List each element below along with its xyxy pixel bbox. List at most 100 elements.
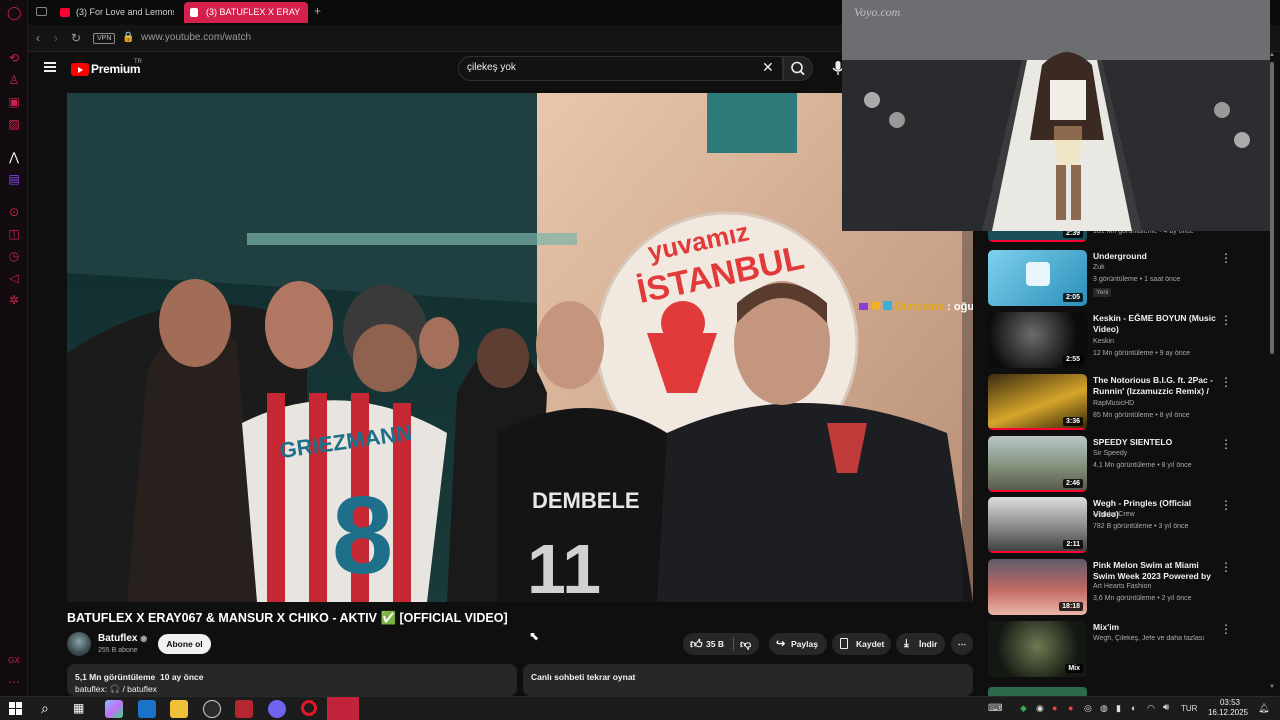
video-thumbnail[interactable]: 3:36 (988, 374, 1087, 430)
tab-batuflex[interactable]: (3) BATUFLEX X ERAY (184, 2, 308, 23)
reload-icon[interactable]: ↻ (71, 31, 81, 45)
more-vertical-icon[interactable]: ⋮ (1220, 376, 1232, 388)
brand-label[interactable]: Premium (91, 62, 141, 76)
video-title[interactable]: Underground (1093, 251, 1217, 262)
controller-icon[interactable]: ◉ (1036, 703, 1044, 714)
back-icon[interactable]: ‹ (36, 31, 40, 45)
video-channel[interactable]: Sir Speedy (1093, 450, 1127, 457)
gx-icon[interactable]: GX (7, 654, 21, 668)
scroll-up-icon[interactable]: ▲ (1269, 52, 1275, 58)
forward-icon[interactable]: › (54, 31, 58, 45)
language-indicator[interactable]: TUR (1181, 704, 1197, 713)
outlook-icon[interactable] (138, 700, 156, 718)
recommendation-item[interactable]: 2:11 Wegh - Pringles (Official Video) Ma… (988, 497, 1248, 553)
copilot-icon[interactable] (105, 700, 123, 718)
video-player[interactable]: yuvamız İSTANBUL GRIEZMANN 8 DEMBELE 11 (67, 93, 973, 602)
windows-start-icon[interactable] (9, 702, 22, 715)
scrollbar-thumb[interactable] (1270, 62, 1274, 354)
volume-icon[interactable]: 🔊︎ (1163, 702, 1169, 713)
more-vertical-icon[interactable]: ⋮ (1220, 499, 1232, 511)
history-icon[interactable]: ◷ (7, 249, 21, 263)
tray-app-icon[interactable]: ◍ (1100, 703, 1108, 714)
picture-in-picture-window[interactable]: Voyo.com (842, 0, 1270, 231)
subscribe-button[interactable]: Abone ol (158, 634, 211, 654)
more-vertical-icon[interactable]: ⋮ (1220, 438, 1232, 450)
search-input[interactable] (467, 62, 747, 73)
description-box[interactable]: 5,1 Mn görüntüleme 10 ay önce batuflex: … (67, 664, 517, 696)
video-channel[interactable]: Wegh, Çilekeş, Jefe ve daha fazlası (1093, 635, 1217, 642)
like-count[interactable]: 35 B (706, 633, 724, 655)
recommendation-item[interactable]: 2:55 Keskin - EĞME BOYUN (Music Video) K… (988, 312, 1248, 368)
whatsapp-icon[interactable]: ▨ (7, 117, 21, 131)
discord-icon[interactable] (268, 700, 286, 718)
video-thumbnail[interactable]: Mix (988, 621, 1087, 677)
tray-app-icon[interactable]: ◐ (1131, 703, 1136, 713)
wifi-icon[interactable]: ◠ (1147, 703, 1155, 714)
more-actions-button[interactable]: ⋯ (951, 633, 973, 655)
dislike-icon[interactable]: 👎︎ (740, 634, 751, 656)
video-thumbnail[interactable]: 2:05 (988, 250, 1087, 306)
tray-app-icon[interactable]: ◆ (1020, 703, 1027, 714)
search-box[interactable] (458, 56, 783, 81)
channel-avatar[interactable] (67, 632, 91, 656)
video-channel[interactable]: Zuk (1093, 264, 1105, 271)
share-button[interactable]: ↪ Paylaş (769, 633, 827, 655)
tab-for-love-and-lemons[interactable]: (3) For Love and Lemons (54, 2, 174, 23)
twitch-icon[interactable]: ▤ (7, 172, 21, 186)
search-taskbar-icon[interactable]: ⌕ (41, 700, 49, 717)
tray-app-icon[interactable]: ● (1068, 703, 1073, 713)
menu-icon[interactable] (44, 62, 56, 72)
flow-icon[interactable]: ◁ (7, 271, 21, 285)
vpn-badge[interactable]: VPN (93, 33, 116, 44)
opera-taskbar-icon[interactable] (301, 700, 317, 716)
download-button[interactable]: ⤓ İndir (896, 633, 945, 655)
settings-icon[interactable]: ✲ (7, 293, 21, 307)
file-explorer-icon[interactable] (170, 700, 188, 718)
active-app-slot[interactable] (327, 697, 359, 720)
video-title[interactable]: The Notorious B.I.G. ft. 2Pac - Runnin' … (1093, 375, 1217, 397)
save-button[interactable]: Kaydet (832, 633, 891, 655)
video-channel[interactable]: Art Hearts Fashion (1093, 583, 1151, 590)
bookmarks-icon[interactable]: ◫ (7, 227, 21, 241)
notifications-icon[interactable]: 🔔︎ (1258, 703, 1269, 714)
video-title[interactable]: Mix'im (1093, 622, 1217, 633)
recommendation-item[interactable]: 2:46 SPEEDY SIENTELO Sir Speedy 4,1 Mn g… (988, 436, 1248, 492)
more-vertical-icon[interactable]: ⋮ (1220, 623, 1232, 635)
video-thumbnail[interactable]: 2:46 (988, 436, 1087, 492)
recommendation-item[interactable]: 2:05 Underground Zuk 3 görüntüleme • 1 s… (988, 250, 1248, 306)
video-thumbnail[interactable]: 2:11 (988, 497, 1087, 553)
search-button[interactable] (783, 56, 813, 81)
video-thumbnail-partial[interactable] (988, 687, 1087, 696)
microphone-tray-icon[interactable]: ▮ (1116, 703, 1121, 714)
video-thumbnail[interactable]: 18:18 (988, 559, 1087, 615)
video-title[interactable]: Pink Melon Swim at Miami Swim Week 2023 … (1093, 560, 1217, 582)
more-vertical-icon[interactable]: ⋮ (1220, 252, 1232, 264)
video-thumbnail[interactable]: 2:55 (988, 312, 1087, 368)
page-scrollbar[interactable]: ▲ ▼ (1268, 52, 1276, 696)
keyboard-icon[interactable]: ⌨ (988, 703, 1002, 714)
video-title[interactable]: SPEEDY SIENTELO (1093, 437, 1217, 448)
url-field[interactable]: www.youtube.com/watch (141, 32, 251, 43)
clear-search-icon[interactable]: ✕ (762, 60, 774, 74)
recommendation-item[interactable]: Mix Mix'im Wegh, Çilekeş, Jefe ve daha f… (988, 621, 1248, 677)
channel-name[interactable]: Batuflex ◉ (98, 633, 147, 644)
aria-icon[interactable]: ⟲ (7, 51, 21, 65)
clock[interactable]: 03:53 16.12.2025 (1204, 698, 1248, 718)
more-vertical-icon[interactable]: ⋮ (1220, 314, 1232, 326)
obs-icon[interactable] (203, 700, 221, 718)
more-icon[interactable]: ⋯ (7, 675, 21, 689)
recommendation-item[interactable]: 3:36 The Notorious B.I.G. ft. 2Pac - Run… (988, 374, 1248, 430)
tab-islands-icon[interactable] (36, 7, 47, 16)
network-globe-icon[interactable]: ◎ (1084, 703, 1092, 714)
task-view-icon[interactable]: ▦ (73, 701, 84, 715)
recommendation-item[interactable]: 18:18 Pink Melon Swim at Miami Swim Week… (988, 559, 1248, 615)
tray-app-icon[interactable]: ● (1052, 703, 1057, 713)
voice-app-icon[interactable] (235, 700, 253, 718)
like-icon[interactable]: 👍︎ (690, 633, 703, 655)
video-channel[interactable]: Mamba Crew (1093, 511, 1135, 518)
opera-logo-icon[interactable]: ◯ (7, 6, 22, 20)
more-vertical-icon[interactable]: ⋮ (1220, 561, 1232, 573)
youtube-logo-icon[interactable] (71, 63, 89, 76)
video-channel[interactable]: Keskin (1093, 338, 1114, 345)
chat-replay-box[interactable]: Canlı sohbeti tekrar oynat (523, 664, 973, 696)
